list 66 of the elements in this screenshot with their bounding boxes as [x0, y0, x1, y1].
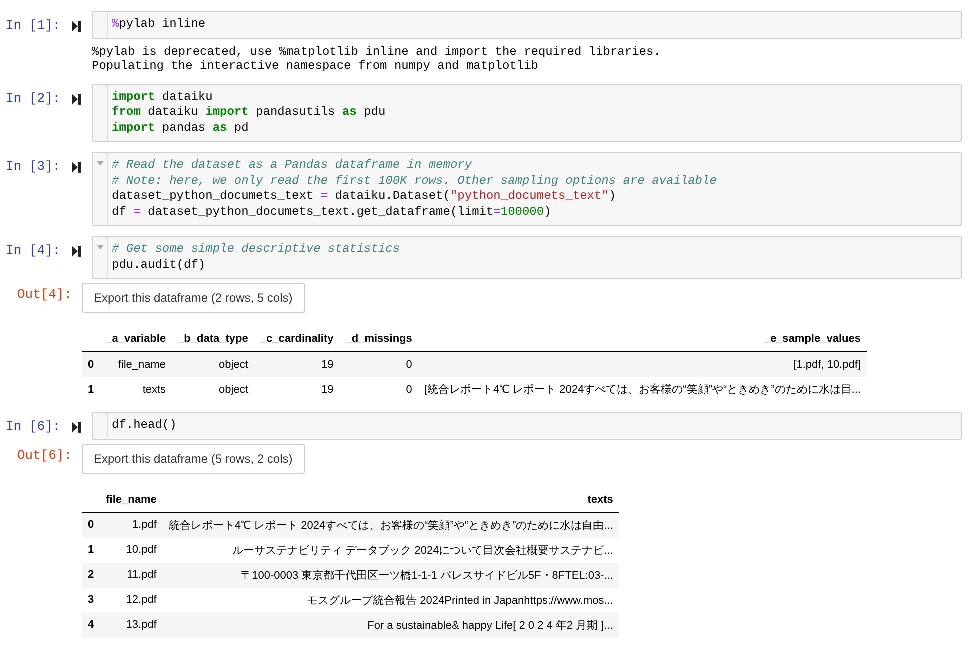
column-header: _b_data_type: [178, 333, 248, 345]
table-cell: file_name: [118, 358, 166, 370]
code-line: # Get some simple descriptive statistics: [112, 242, 400, 258]
column-header: texts: [588, 494, 614, 506]
row-index: 0: [88, 358, 94, 370]
input-prompt: In [1]:: [6, 18, 61, 33]
output-prompt: Out[4]:: [17, 287, 72, 302]
run-icon[interactable]: [72, 422, 81, 433]
output-text: Populating the interactive namespace from numpy and matplotlib: [92, 59, 538, 74]
code-line: dataset_python_documets_text = dataiku.Dataset("python_documets_text"): [112, 189, 616, 204]
row-index: 0: [88, 519, 94, 531]
table-cell: texts: [142, 384, 166, 396]
export-button[interactable]: Export this dataframe (5 rows, 2 cols): [82, 444, 305, 474]
column-header: file_name: [106, 494, 157, 506]
run-icon[interactable]: [72, 162, 81, 173]
code-cell[interactable]: import dataiku from dataiku import pandasutils as pdu import pandas as pd: [92, 84, 962, 142]
table-cell: ルーサステナビリティ データブック 2024について目次会社概要サステナビ...: [232, 544, 614, 556]
input-prompt: In [3]:: [6, 159, 61, 174]
input-prompt: In [2]:: [6, 90, 61, 106]
input-prompt: In [4]:: [6, 243, 61, 258]
table-cell: 11.pdf: [127, 569, 157, 581]
table-cell: [統合レポート4℃ レポート 2024すべては、お客様の“笑顔”や“ときめき”のために水は目...: [424, 384, 861, 396]
row-index: 3: [88, 594, 94, 606]
output-prompt: Out[6]:: [17, 448, 72, 462]
table-cell: 13.pdf: [126, 619, 157, 631]
code-line: pdu.audit(df): [112, 258, 206, 273]
table-cell: 0: [406, 384, 412, 396]
table-cell: 〒100-0003 東京都千代田区一ツ橋1-1-1 パレスサイドビル5F・8FTEL:03-...: [241, 570, 614, 582]
run-icon[interactable]: [72, 94, 81, 104]
input-prompt: In [6]:: [6, 419, 61, 434]
column-header: _c_cardinality: [260, 333, 334, 345]
column-header: _a_variable: [106, 333, 166, 345]
code-line: import dataiku: [112, 90, 213, 105]
code-line: # Read the dataset as a Pandas dataframe in memory: [112, 158, 472, 174]
column-header: _e_sample_values: [764, 333, 861, 345]
table-cell: 12.pdf: [126, 594, 157, 606]
table-cell: 1.pdf: [132, 519, 157, 531]
table-cell: 0: [406, 358, 412, 370]
table-cell: モスグループ統合報告 2024Printed in Japanhttps://www.mos...: [307, 594, 614, 606]
table-cell: 統合レポート4℃ レポート 2024すべては、お客様の“笑顔”や“ときめき”のために水は自由...: [168, 520, 614, 532]
code-line: %pylab inline: [112, 17, 206, 32]
table-cell: object: [219, 384, 248, 396]
row-index: 4: [88, 619, 94, 631]
table-cell: 19: [322, 358, 334, 370]
code-line: df.head(): [112, 418, 177, 434]
output-text: %pylab is deprecated, use %matplotlib inline and import the required libraries.: [92, 44, 661, 59]
code-cell[interactable]: %pylab inline: [92, 11, 962, 38]
export-button[interactable]: Export this dataframe (2 rows, 5 cols): [82, 283, 305, 313]
code-line: from dataiku import pandasutils as pdu: [112, 105, 386, 120]
code-cell[interactable]: [92, 152, 962, 226]
column-header: _d_missings: [346, 333, 412, 345]
table-cell: 10.pdf: [126, 544, 157, 556]
run-icon[interactable]: [72, 21, 81, 32]
code-line: import pandas as pd: [112, 120, 249, 136]
run-icon[interactable]: [72, 246, 81, 257]
row-index: 1: [88, 384, 94, 396]
table-cell: object: [219, 358, 248, 370]
table-cell: [1.pdf, 10.pdf]: [794, 358, 861, 370]
table-cell: 19: [322, 384, 334, 396]
code-cell[interactable]: # Get some simple descriptive statistics pdu.audit(df): [92, 236, 962, 279]
code-line: df = dataset_python_documets_text.get_dataframe(limit=100000): [112, 204, 552, 220]
table-cell: For a sustainable& happy Life[ 2 0 2 4 年2 月期 ]...: [368, 620, 614, 632]
code-line: # Note: here, we only read the first 100K rows. Other sampling options are available: [112, 174, 717, 189]
row-index: 1: [88, 544, 94, 556]
code-cell[interactable]: df.head(): [92, 412, 962, 440]
row-index: 2: [88, 569, 94, 581]
